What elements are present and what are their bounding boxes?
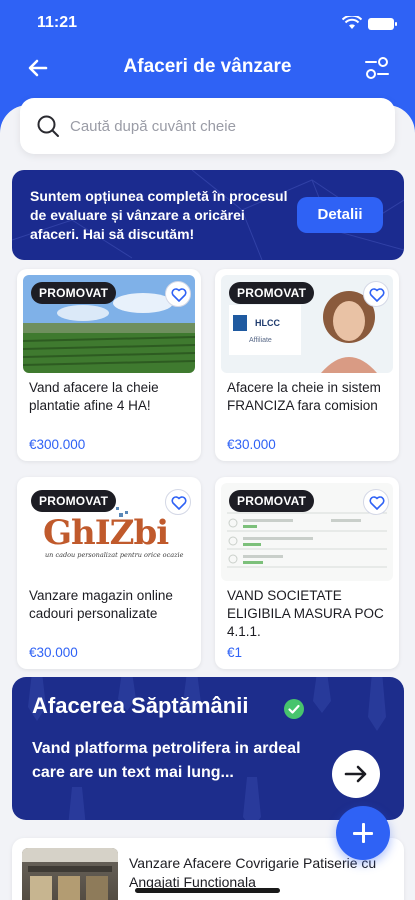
listing-title: VAND SOCIETATE ELIGIBILA MASURA POC 4.1.… — [227, 588, 384, 639]
battery-icon — [368, 18, 397, 30]
listing-price: €30.000 — [227, 437, 276, 452]
business-of-the-week-banner[interactable]: Afacerea Săptămânii Vand platforma petro… — [12, 677, 404, 820]
promoted-badge: PROMOVAT — [229, 490, 315, 512]
listing-price: €1 — [227, 645, 243, 660]
listing-price: €30.000 — [29, 645, 78, 660]
search-icon — [37, 115, 59, 137]
list-item-thumbnail — [22, 848, 118, 900]
details-button[interactable]: Detalii — [297, 197, 383, 233]
status-bar: 11:21 — [0, 12, 415, 36]
add-listing-button[interactable] — [336, 806, 390, 860]
search-bar[interactable] — [20, 98, 395, 154]
search-input[interactable] — [70, 110, 370, 142]
verified-icon — [284, 699, 304, 719]
favorite-button[interactable] — [165, 489, 191, 515]
brand-logo-tagline: un cadou personalizat pentru orice ocazi… — [45, 551, 184, 559]
listing-card[interactable]: PROMOVAT VAND SOCIETATE ELIGIBILA MASURA… — [215, 477, 399, 669]
heart-icon — [369, 496, 385, 510]
page-title: Afaceri de vânzare — [123, 56, 292, 77]
promoted-badge: PROMOVAT — [31, 282, 117, 304]
navigation-bar: Afaceri de vânzare — [0, 48, 415, 88]
promo-banner: Suntem opțiunea completă în procesul de … — [12, 170, 404, 260]
promoted-badge: PROMOVAT — [229, 282, 315, 304]
listing-title: Vand afacere la cheie plantatie afine 4 … — [29, 380, 159, 413]
heart-icon — [369, 288, 385, 302]
wifi-icon — [342, 16, 362, 29]
listing-card[interactable]: GhIZbi un cadou personalizat pentru oric… — [17, 477, 201, 669]
heart-icon — [171, 288, 187, 302]
favorite-button[interactable] — [165, 281, 191, 307]
brand-logo-text: HLCC — [255, 318, 280, 328]
listing-title: Vanzare magazin online cadouri personali… — [29, 588, 173, 621]
listing-title: Afacere la cheie in sistem FRANCIZA fara… — [227, 380, 381, 413]
arrow-right-button[interactable] — [332, 750, 380, 798]
sliders-icon[interactable] — [362, 54, 392, 82]
listing-card[interactable]: HLCC Affiliate PROMOVAT Afacere la cheie… — [215, 269, 399, 461]
promoted-badge: PROMOVAT — [31, 490, 117, 512]
weekly-title: Afacerea Săptămânii — [32, 693, 249, 718]
list-item-title: Vanzare Afacere Covrigarie Patiserie cu … — [129, 855, 377, 890]
listing-card[interactable]: PROMOVAT Vand afacere la cheie plantatie… — [17, 269, 201, 461]
home-indicator — [135, 888, 280, 893]
weekly-description: Vand platforma petrolifera in ardeal car… — [32, 740, 301, 781]
status-time: 11:21 — [37, 14, 78, 31]
arrow-right-icon — [344, 765, 367, 783]
brand-logo-text: GhIZbi — [43, 513, 169, 553]
heart-icon — [171, 496, 187, 510]
promo-text: Suntem opțiunea completă în procesul de … — [30, 188, 288, 242]
favorite-button[interactable] — [363, 281, 389, 307]
listing-price: €300.000 — [29, 437, 86, 452]
favorite-button[interactable] — [363, 489, 389, 515]
brand-logo-subtext: Affiliate — [249, 337, 272, 344]
